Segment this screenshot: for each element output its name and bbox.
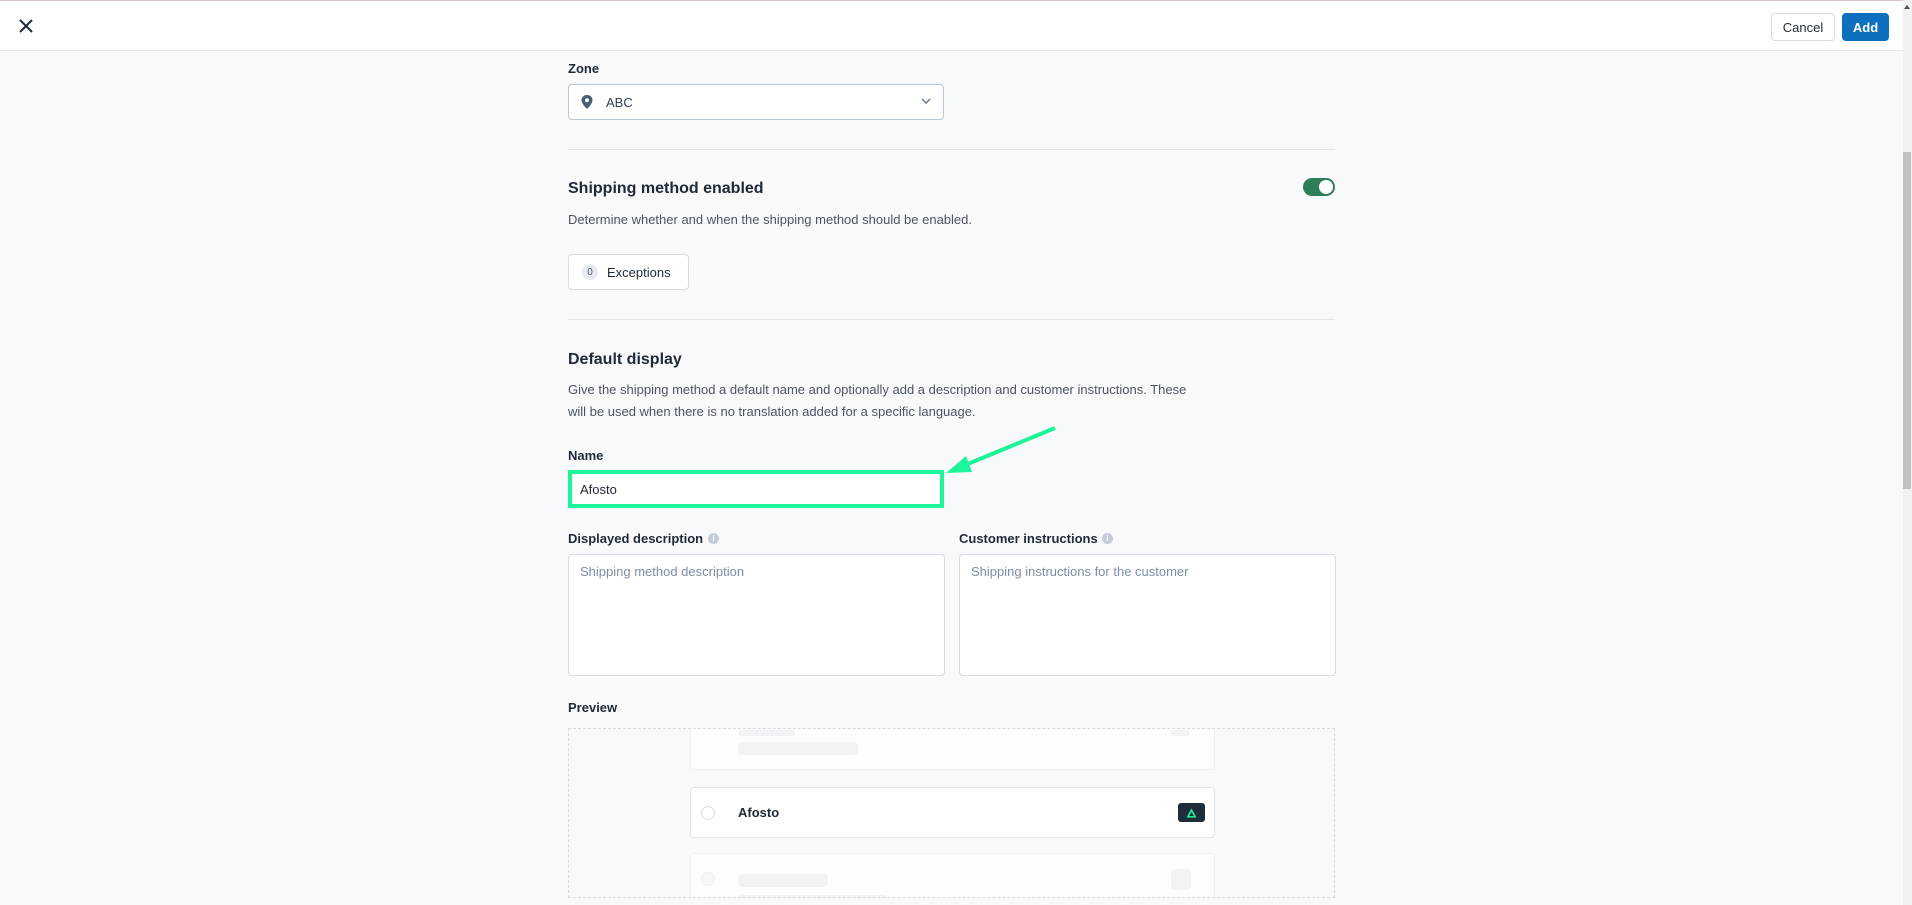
- info-icon[interactable]: i: [708, 533, 719, 544]
- close-icon: [19, 19, 33, 33]
- preview-shipping-option: Afosto: [690, 787, 1215, 838]
- exceptions-label: Exceptions: [607, 264, 671, 280]
- default-display-title: Default display: [568, 351, 682, 368]
- default-display-description-line2: will be used when there is no translatio…: [568, 404, 976, 419]
- preview-box: Afosto: [568, 728, 1335, 898]
- zone-label: Zone: [568, 61, 600, 76]
- name-label: Name: [568, 448, 604, 463]
- preview-placeholder-card: [690, 729, 1215, 770]
- map-pin-icon: [581, 95, 593, 109]
- exceptions-button[interactable]: 0 Exceptions: [568, 254, 689, 290]
- afosto-logo-icon: [1178, 803, 1205, 822]
- shipping-enabled-title: Shipping method enabled: [568, 180, 764, 197]
- shipping-enabled-description: Determine whether and when the shipping …: [568, 212, 972, 227]
- preview-item-title: Afosto: [738, 805, 780, 820]
- exceptions-count-badge: 0: [582, 264, 598, 280]
- toggle-knob: [1319, 180, 1333, 194]
- skeleton-line: [738, 895, 888, 897]
- chevron-down-icon: [921, 98, 931, 104]
- preview-radio: [701, 806, 715, 820]
- displayed-description-textarea[interactable]: [568, 554, 945, 676]
- top-bar: Cancel Add: [0, 0, 1903, 51]
- cancel-button[interactable]: Cancel: [1771, 13, 1835, 41]
- customer-instructions-textarea[interactable]: [959, 554, 1336, 676]
- skeleton-line: [738, 874, 828, 887]
- info-icon[interactable]: i: [1102, 533, 1113, 544]
- default-display-description-line1: Give the shipping method a default name …: [568, 382, 1187, 397]
- add-button[interactable]: Add: [1842, 13, 1889, 41]
- preview-radio: [701, 872, 715, 886]
- divider: [568, 319, 1335, 320]
- skeleton-block: [1171, 730, 1190, 736]
- zone-value: ABC: [606, 95, 633, 110]
- customer-instructions-label: Customer instructions: [959, 531, 1098, 546]
- name-input[interactable]: [568, 470, 944, 508]
- divider: [568, 149, 1335, 150]
- scrollbar-thumb[interactable]: [1903, 152, 1911, 489]
- skeleton-line: [738, 742, 858, 755]
- displayed-description-label: Displayed description: [568, 531, 704, 546]
- scrollbar[interactable]: [1903, 0, 1912, 905]
- zone-select[interactable]: ABC: [568, 84, 944, 120]
- preview-label: Preview: [568, 700, 618, 715]
- skeleton-block: [1171, 869, 1191, 890]
- preview-placeholder-card: [690, 853, 1215, 897]
- scroll-up-arrow-icon[interactable]: [1904, 5, 1910, 9]
- skeleton-line: [738, 730, 795, 736]
- annotation-arrow-icon: [946, 426, 1056, 473]
- close-button[interactable]: [14, 14, 38, 38]
- shipping-enabled-toggle[interactable]: [1303, 178, 1335, 196]
